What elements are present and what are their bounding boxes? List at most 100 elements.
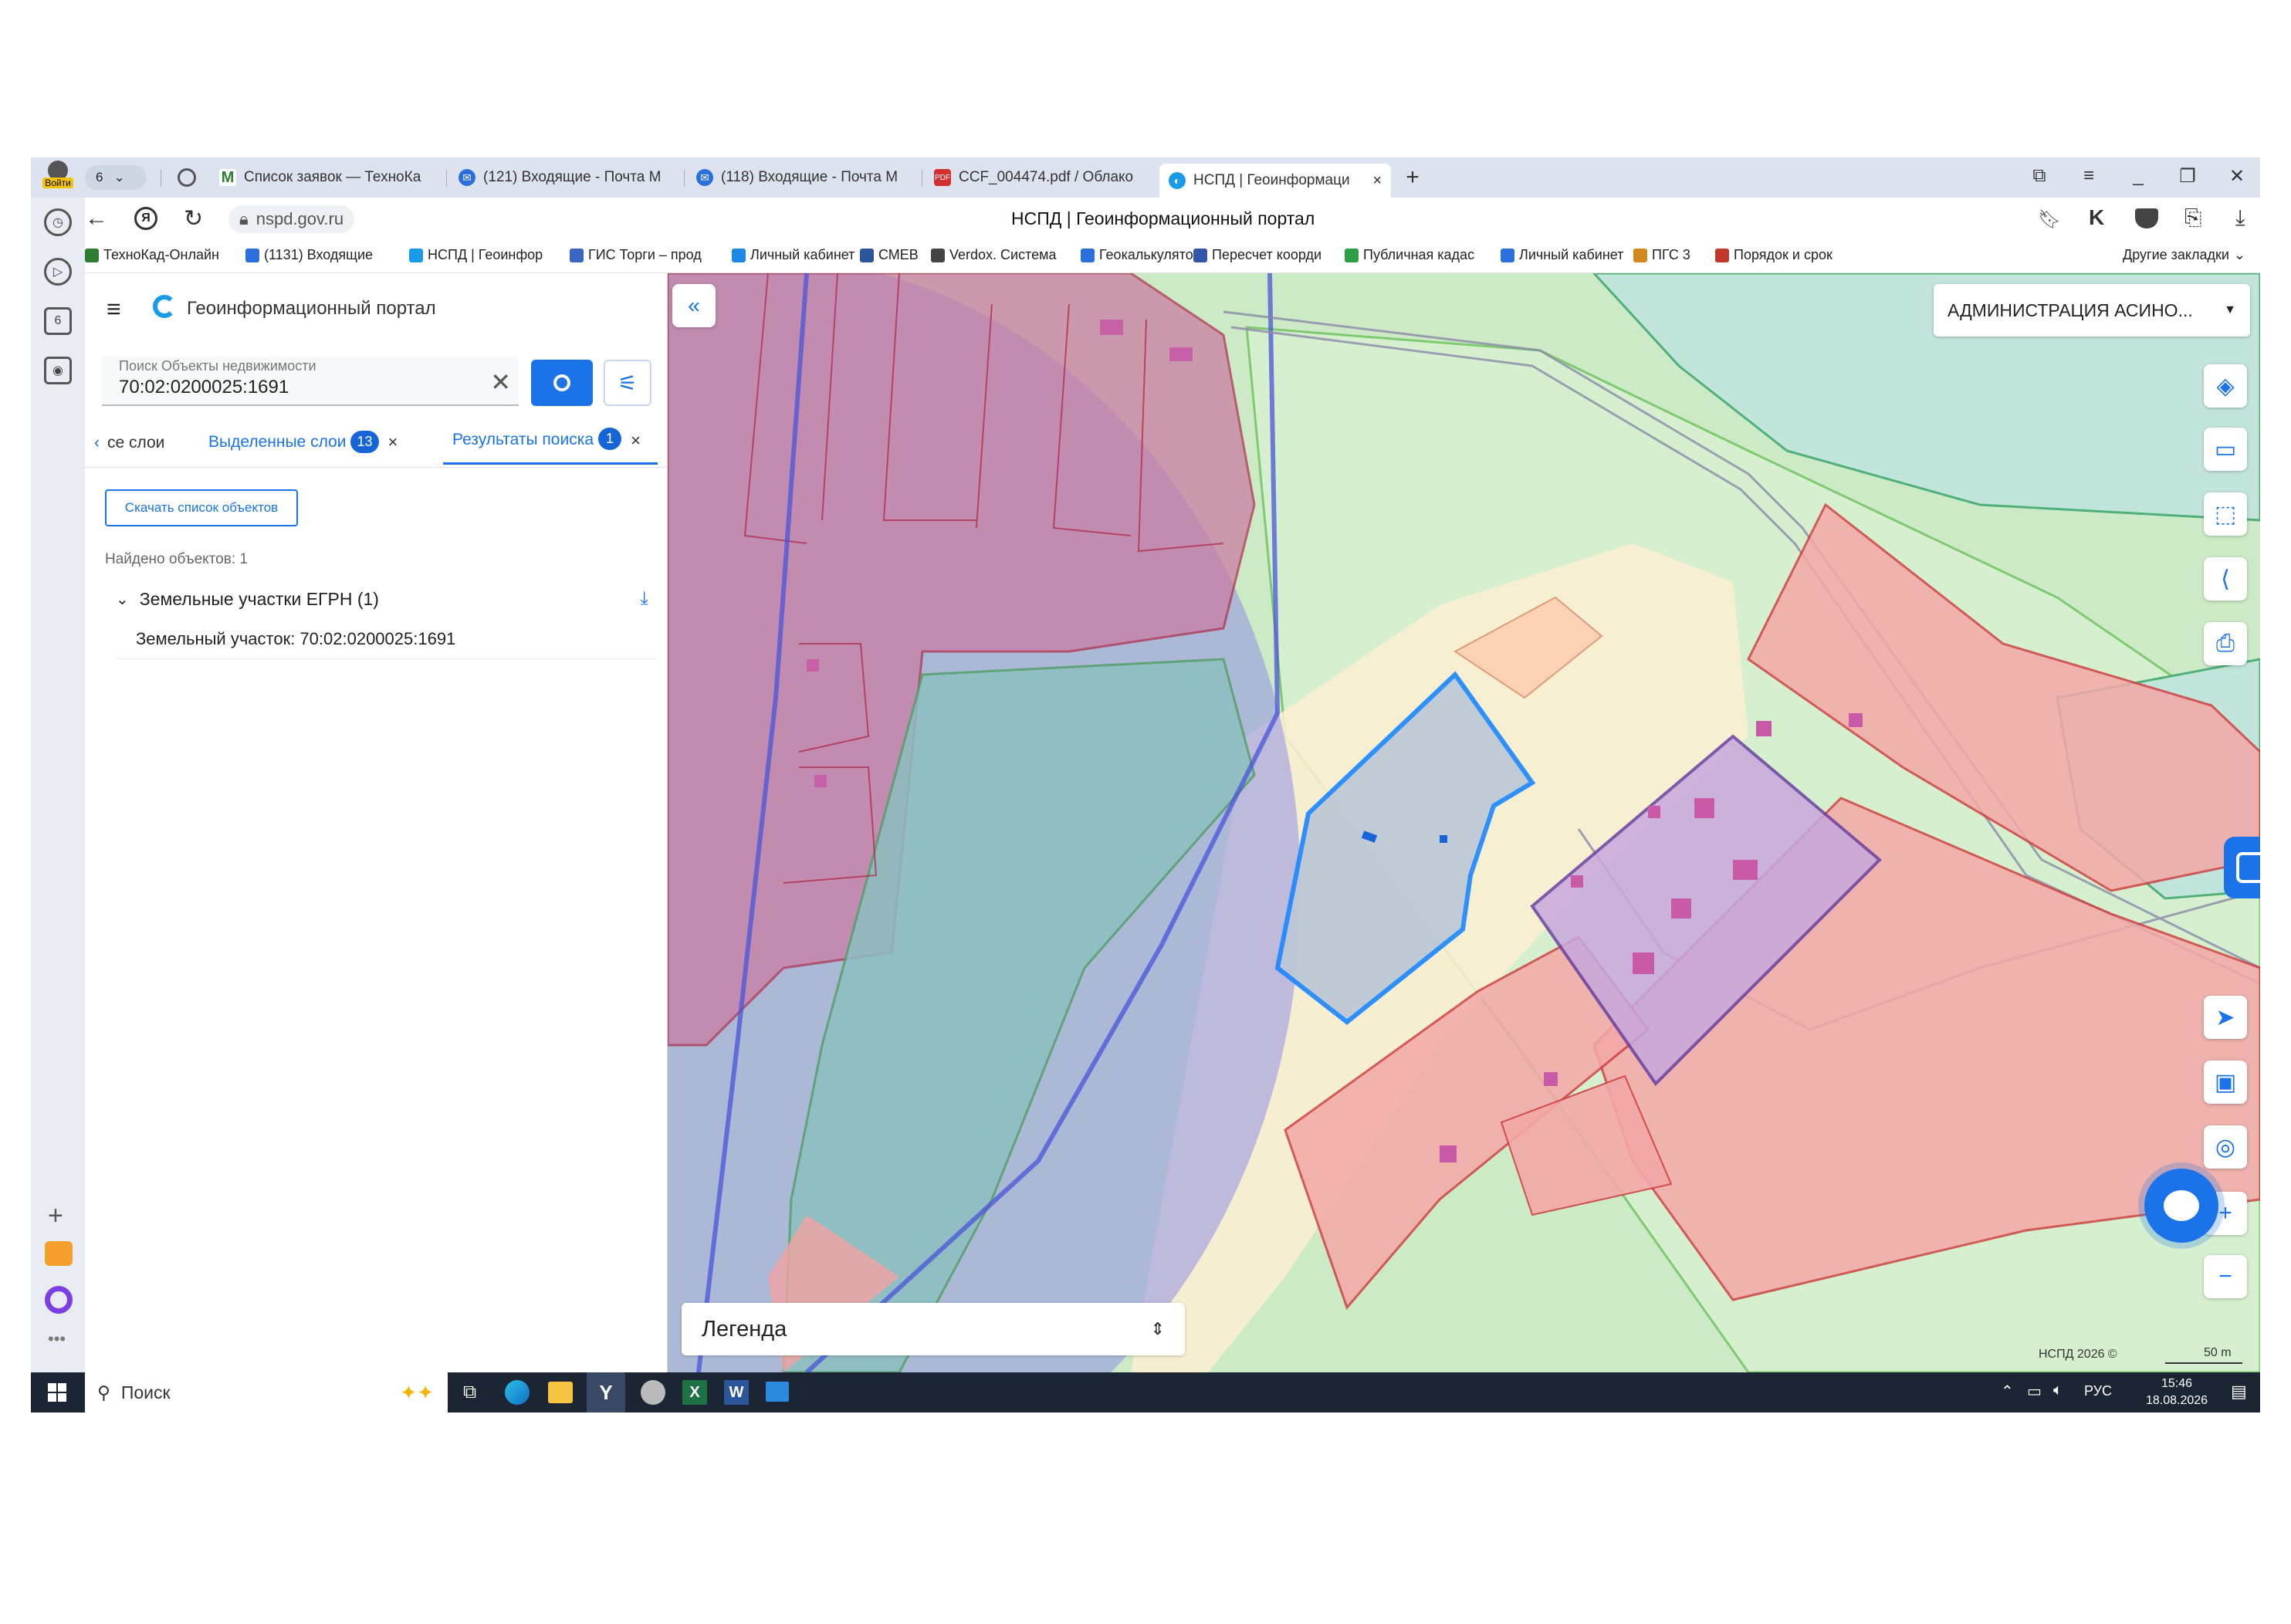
- tab-technokad[interactable]: M Список заявок — ТехноКа: [210, 162, 442, 193]
- excel-icon[interactable]: X: [682, 1380, 707, 1405]
- notifications-icon[interactable]: ▤: [2231, 1382, 2247, 1402]
- legend-dropdown[interactable]: Легенда ⇕: [682, 1303, 1185, 1355]
- download-list-button[interactable]: Скачать список объектов: [105, 489, 298, 526]
- locate-button[interactable]: ➤: [2204, 996, 2247, 1039]
- play-icon[interactable]: ▷: [44, 258, 72, 286]
- download-icon[interactable]: ⤓: [2235, 205, 2245, 231]
- share-button[interactable]: ⟨: [2204, 557, 2247, 601]
- restore-icon[interactable]: ❐: [2174, 165, 2201, 188]
- reader-icon[interactable]: ⎘: [2184, 205, 2201, 231]
- ruler-button[interactable]: ▭: [2204, 428, 2247, 471]
- menu-icon[interactable]: ≡: [2075, 165, 2103, 187]
- tab-separator: [684, 170, 685, 187]
- yandex-browser-icon[interactable]: Y: [587, 1372, 625, 1413]
- bookmark-item[interactable]: СМЕВ: [860, 247, 919, 263]
- filter-button[interactable]: ⚟: [604, 360, 651, 406]
- other-bookmarks[interactable]: Другие закладки ⌄: [2123, 247, 2245, 263]
- yandex-icon[interactable]: Я: [134, 207, 157, 230]
- history-icon[interactable]: ◷: [44, 208, 72, 236]
- new-tab-button[interactable]: +: [1399, 164, 1426, 191]
- layers-button[interactable]: ◈: [2204, 364, 2247, 408]
- basemap-button[interactable]: ▣: [2204, 1061, 2247, 1104]
- building: [807, 659, 819, 672]
- tab-search-results[interactable]: Результаты поиска 1 ×: [443, 428, 658, 465]
- download-group-icon[interactable]: ⤓: [640, 588, 648, 610]
- bookmark-item[interactable]: НСПД | Геоинфор: [409, 247, 543, 263]
- task-view-icon[interactable]: ⧉: [463, 1382, 476, 1403]
- map-canvas[interactable]: [668, 273, 2260, 1372]
- support-chat-button[interactable]: [2224, 837, 2260, 898]
- clear-search-icon[interactable]: ✕: [490, 367, 511, 397]
- profile-button[interactable]: Войти: [39, 161, 77, 195]
- language-indicator[interactable]: РУС: [2084, 1383, 2112, 1399]
- bookmark-icon[interactable]: 🔖︎: [2038, 208, 2061, 231]
- close-tab-icon[interactable]: ×: [1372, 172, 1382, 190]
- tab-selected-layers[interactable]: Выделенные слои 13 ×: [208, 431, 398, 453]
- bookmark-label: ГИС Торги – прод: [588, 247, 702, 262]
- area-search-button[interactable]: ⬚: [2204, 492, 2247, 536]
- close-window-icon[interactable]: ✕: [2223, 165, 2251, 188]
- extension-icon[interactable]: K: [2089, 205, 2104, 230]
- clock[interactable]: 15:46 18.08.2026: [2130, 1375, 2223, 1409]
- mail-app-icon[interactable]: [45, 1241, 73, 1266]
- close-icon[interactable]: ×: [388, 432, 398, 452]
- zoom-out-icon: −: [2218, 1264, 2232, 1289]
- bookmark-item[interactable]: Личный кабинет: [732, 247, 854, 263]
- hamburger-menu-icon[interactable]: ≡: [107, 295, 121, 323]
- close-icon[interactable]: ×: [631, 431, 641, 451]
- search-field[interactable]: Поиск Объекты недвижимости 70:02:0200025…: [102, 357, 519, 406]
- tab-nspd[interactable]: ◐ НСПД | Геоинформаци ×: [1159, 164, 1391, 198]
- volume-icon[interactable]: 🔈︎: [2053, 1382, 2063, 1399]
- result-item[interactable]: Земельный участок: 70:02:0200025:1691: [116, 619, 656, 659]
- more-icon[interactable]: •••: [48, 1329, 66, 1349]
- shield-extension-icon[interactable]: [2135, 208, 2158, 228]
- screenshot-icon[interactable]: ◉: [44, 357, 72, 384]
- alice-icon[interactable]: [45, 1286, 73, 1314]
- geolocation-button[interactable]: ◎: [2204, 1125, 2247, 1169]
- search-button[interactable]: [531, 360, 593, 406]
- search-input[interactable]: 70:02:0200025:1691: [119, 377, 289, 398]
- app-icon[interactable]: [641, 1380, 665, 1405]
- bookmark-item[interactable]: Геокалькулято: [1081, 247, 1193, 263]
- back-icon[interactable]: ←: [85, 205, 113, 232]
- bookmark-item[interactable]: ГИС Торги – прод: [570, 247, 702, 263]
- bookmark-item[interactable]: Verdox. Система: [931, 247, 1057, 263]
- word-icon[interactable]: W: [724, 1380, 749, 1405]
- tab-mail-118[interactable]: ✉ (118) Входящие - Почта М: [687, 162, 919, 193]
- edge-icon[interactable]: [505, 1380, 530, 1405]
- bookmark-item[interactable]: ТехноКад-Онлайн: [85, 247, 219, 263]
- bookmark-item[interactable]: Публичная кадас: [1345, 247, 1474, 263]
- url-field[interactable]: 🔒︎ nspd.gov.ru: [228, 205, 355, 233]
- tab-mail-121[interactable]: ✉ (121) Входящие - Почта М: [449, 162, 681, 193]
- gmail-icon: M: [219, 169, 236, 186]
- tab-all-layers[interactable]: ‹ се слои: [94, 434, 164, 452]
- window-app-icon[interactable]: [766, 1382, 789, 1402]
- shield-icon[interactable]: [178, 168, 196, 187]
- bookmark-item[interactable]: Пересчет коорди: [1193, 247, 1321, 263]
- chat-bubble-button[interactable]: [2144, 1169, 2218, 1243]
- bookmark-item[interactable]: Порядок и срок: [1715, 247, 1832, 263]
- add-icon[interactable]: +: [48, 1201, 63, 1231]
- tab-pdf[interactable]: PDF CCF_004474.pdf / Облако: [925, 162, 1156, 193]
- zoom-out-button[interactable]: −: [2204, 1255, 2247, 1298]
- minimize-icon[interactable]: _: [2124, 165, 2152, 187]
- tabs-icon[interactable]: 6: [44, 307, 72, 335]
- bookmark-item[interactable]: Личный кабинет: [1501, 247, 1623, 263]
- tab-label: Выделенные слои: [208, 432, 347, 451]
- bookmark-item[interactable]: (1131) Входящие: [245, 247, 373, 263]
- network-icon[interactable]: ▭: [2027, 1382, 2042, 1401]
- tray-chevron-icon[interactable]: ⌃: [2001, 1382, 2014, 1401]
- windows-start-icon[interactable]: [48, 1383, 66, 1402]
- reload-icon[interactable]: ↻: [184, 205, 203, 232]
- region-select[interactable]: АДМИНИСТРАЦИЯ АСИНО... ▼: [1934, 284, 2250, 337]
- bookmark-manager-icon[interactable]: ⧉: [2025, 165, 2053, 187]
- map-view[interactable]: « АДМИНИСТРАЦИЯ АСИНО... ▼ ◈ ▭ ⬚ ⟨ ⎙ ➤ ▣…: [668, 273, 2260, 1372]
- collapse-panel-button[interactable]: «: [672, 284, 716, 327]
- print-button[interactable]: ⎙: [2204, 622, 2247, 665]
- result-group[interactable]: ⌄ Земельные участки ЕГРН (1) ⤓: [116, 585, 648, 613]
- tab-count-button[interactable]: 6 ⌄: [85, 165, 147, 190]
- bookmark-item[interactable]: ПГС 3: [1633, 247, 1690, 263]
- explorer-icon[interactable]: [548, 1382, 573, 1403]
- taskbar-search[interactable]: ⚲ Поиск ✦✦: [85, 1372, 448, 1413]
- expand-icon: ⇕: [1150, 1319, 1165, 1338]
